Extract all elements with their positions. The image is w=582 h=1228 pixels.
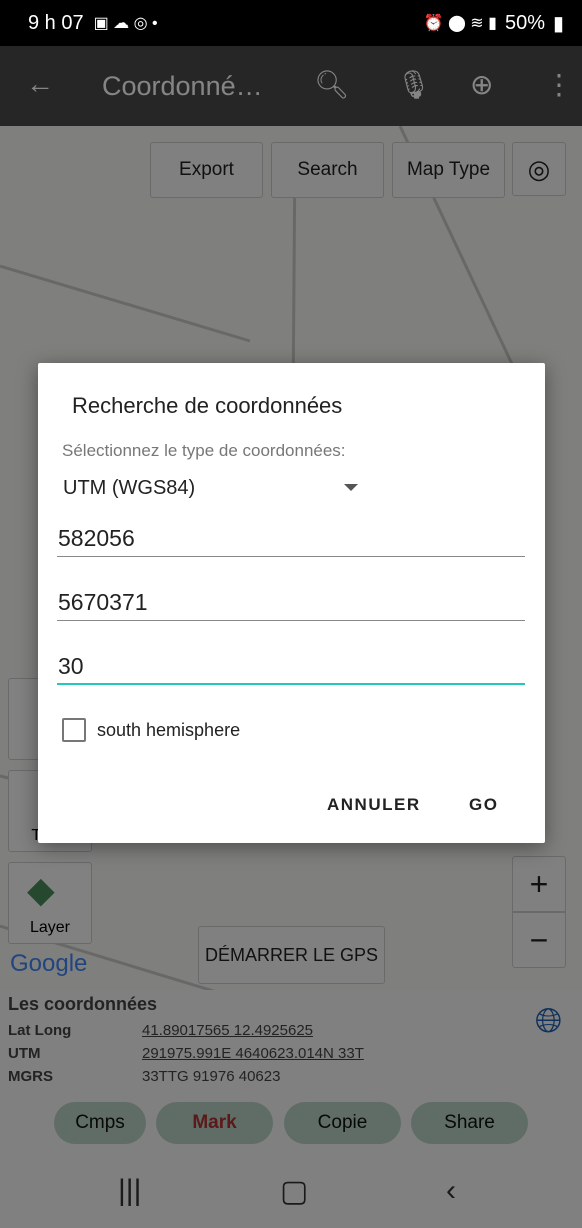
south-hemisphere-checkbox[interactable] bbox=[62, 718, 86, 742]
cancel-button[interactable]: ANNULER bbox=[327, 795, 421, 815]
zone-input[interactable]: 30 bbox=[57, 641, 525, 685]
northing-input[interactable]: 5670371 bbox=[57, 577, 525, 621]
dialog-title: Recherche de coordonnées bbox=[72, 393, 343, 418]
coordinate-search-dialog: Recherche de coordonnées Sélectionnez le… bbox=[38, 363, 545, 843]
clock: 9 h 07 bbox=[28, 11, 84, 34]
easting-input[interactable]: 582056 bbox=[57, 513, 525, 557]
battery-icon: ▮ bbox=[552, 12, 564, 35]
status-bar: 9 h 07 ▣ ☁ ◎ • ⏰ ⬤ ≋ ▮ 50% ▮ bbox=[0, 0, 582, 46]
dropdown-arrow-icon[interactable] bbox=[344, 484, 358, 491]
type-label: Sélectionnez le type de coordonnées: bbox=[62, 441, 346, 460]
notification-icons: ▣ ☁ ◎ • bbox=[93, 15, 158, 32]
status-icons: ⏰ ⬤ ≋ ▮ bbox=[423, 15, 497, 32]
battery-level: 50% bbox=[504, 11, 545, 34]
coordinate-type-select[interactable]: UTM (WGS84) bbox=[63, 477, 195, 500]
south-hemisphere-label[interactable]: south hemisphere bbox=[97, 720, 240, 741]
go-button[interactable]: GO bbox=[469, 795, 498, 815]
